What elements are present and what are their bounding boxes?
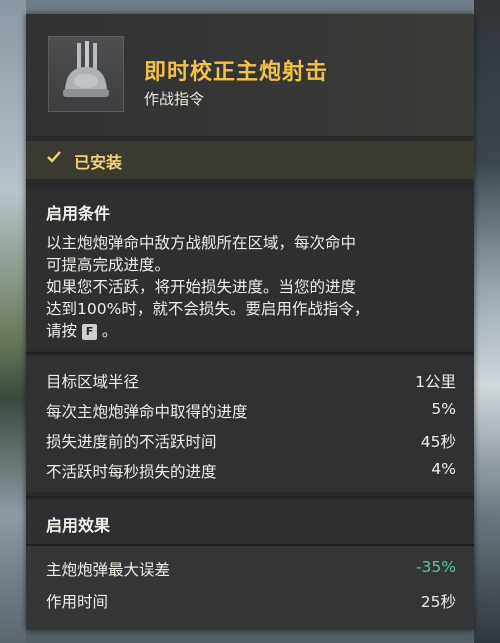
module-type: 作战指令 [144, 90, 205, 108]
tooltip-panel: 即时校正主炮射击 作战指令 已安装 启用条件 以主炮炮弹命中敌方战舰所在区域，每… [26, 14, 474, 630]
stat-label: 不活跃时每秒损失的进度 [46, 463, 217, 481]
effect-label: 主炮炮弹最大误差 [46, 561, 171, 579]
tooltip-header: 即时校正主炮射击 作战指令 [26, 14, 474, 136]
stat-row: 损失进度前的不活跃时间 45秒 [46, 430, 456, 454]
divider [26, 352, 474, 354]
effect-value: 25秒 [420, 593, 456, 611]
effect-row: 作用时间 25秒 [46, 590, 456, 614]
stat-row: 每次主炮炮弹命中取得的进度 5% [46, 400, 456, 424]
background-scene-left [0, 0, 26, 643]
conditions-section: 启用条件 以主炮炮弹命中敌方战舰所在区域，每次命中 可提高完成进度。 如果您不活… [26, 190, 474, 350]
stat-value: 5% [431, 400, 456, 418]
checkmark-icon [47, 151, 61, 163]
conditions-text-line-2: 可提高完成进度。 [46, 256, 171, 274]
divider [26, 496, 474, 498]
stat-label: 目标区域半径 [46, 373, 140, 391]
module-title: 即时校正主炮射击 [144, 60, 329, 85]
stat-row: 目标区域半径 1公里 [46, 370, 456, 394]
stat-row: 不活跃时每秒损失的进度 4% [46, 460, 456, 484]
background-scene-right [474, 0, 500, 643]
effect-value: -35% [415, 558, 456, 576]
effects-header: 启用效果 [26, 500, 474, 544]
conditions-text-line-4: 达到100%时，就不会损失。要启用作战指令， [46, 300, 370, 318]
conditions-text-line-5: 请按 F 。 [46, 320, 117, 342]
effects-title: 启用效果 [46, 516, 111, 535]
key-f-badge: F [81, 324, 97, 340]
conditions-title: 启用条件 [46, 204, 111, 223]
installed-status-label: 已安装 [74, 153, 123, 172]
installed-status-bar: 已安装 [26, 141, 474, 179]
conditions-text-prefix: 请按 [46, 322, 78, 340]
effect-label: 作用时间 [46, 593, 109, 611]
main-battery-turret-icon [48, 36, 124, 112]
stat-label: 每次主炮炮弹命中取得的进度 [46, 403, 248, 421]
conditions-text-suffix: 。 [101, 322, 118, 340]
effects-section: 主炮炮弹最大误差 -35% 作用时间 25秒 [26, 546, 474, 630]
stat-value: 1公里 [415, 373, 456, 391]
stats-section: 目标区域半径 1公里 每次主炮炮弹命中取得的进度 5% 损失进度前的不活跃时间 … [26, 356, 474, 492]
conditions-text-line-3: 如果您不活跃，将开始损失进度。当您的进度 [46, 278, 357, 296]
conditions-text-line-1: 以主炮炮弹命中敌方战舰所在区域，每次命中 [46, 234, 357, 252]
stat-value: 4% [431, 460, 456, 478]
stat-value: 45秒 [420, 433, 456, 451]
stat-label: 损失进度前的不活跃时间 [46, 433, 217, 451]
effect-row: 主炮炮弹最大误差 -35% [46, 558, 456, 582]
